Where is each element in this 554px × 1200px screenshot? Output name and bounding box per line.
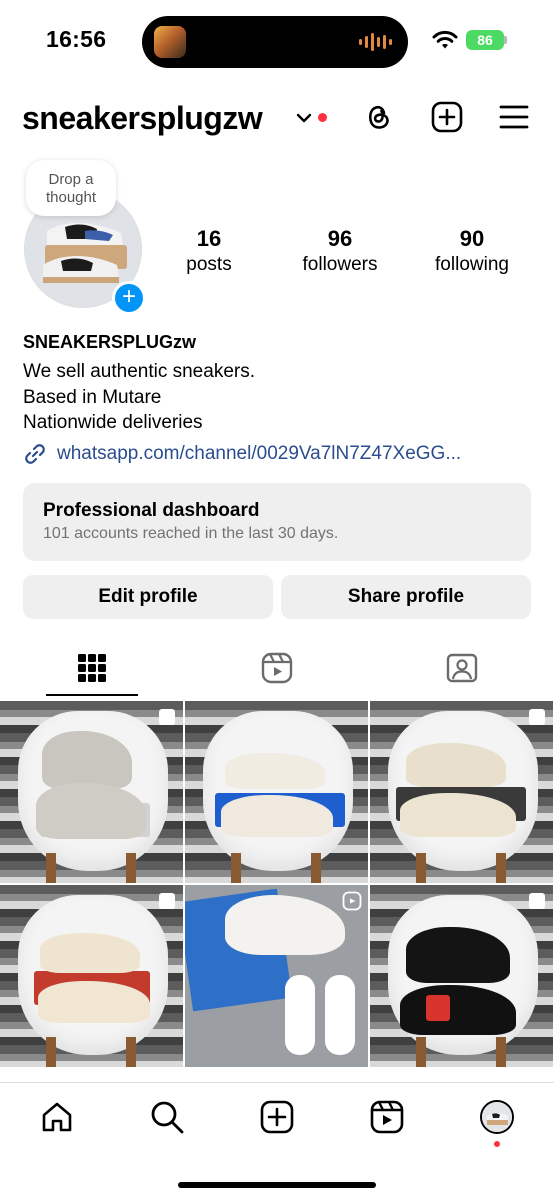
- active-tab-indicator: [46, 694, 138, 696]
- status-bar: 16:56 86: [0, 0, 554, 80]
- menu-icon[interactable]: [497, 100, 531, 134]
- post-tile[interactable]: [185, 701, 368, 883]
- threads-icon[interactable]: [362, 100, 396, 134]
- link-icon: [25, 444, 45, 464]
- share-profile-button[interactable]: Share profile: [281, 575, 531, 619]
- dashboard-title: Professional dashboard: [43, 500, 260, 521]
- tab-tagged[interactable]: [442, 648, 482, 688]
- carousel-icon: [529, 709, 545, 725]
- stat-posts[interactable]: 16 posts: [168, 226, 250, 276]
- professional-dashboard[interactable]: Professional dashboard 101 accounts reac…: [23, 483, 531, 561]
- account-switcher-username[interactable]: sneakersplugzw: [22, 100, 263, 137]
- bio-link[interactable]: whatsapp.com/channel/0029Va7lN7Z47XeGG..…: [23, 441, 461, 467]
- tagged-icon: [446, 653, 478, 683]
- nav-create[interactable]: [258, 1098, 296, 1136]
- bio-line: We sell authentic sneakers.: [23, 361, 255, 382]
- note-bubble-line-2: thought: [45, 189, 97, 206]
- create-icon[interactable]: [430, 100, 464, 134]
- profile-header: sneakersplugzw: [0, 96, 554, 144]
- nav-reels[interactable]: [368, 1098, 406, 1136]
- reels-icon: [342, 891, 362, 911]
- wifi-icon: [432, 30, 458, 49]
- home-indicator[interactable]: [178, 1182, 376, 1188]
- followers-count: 96: [327, 226, 353, 251]
- stat-following[interactable]: 90 following: [420, 226, 524, 276]
- audio-waveform-icon: [359, 33, 392, 51]
- nav-home[interactable]: [38, 1098, 76, 1136]
- edit-profile-button[interactable]: Edit profile: [23, 575, 273, 619]
- post-tile[interactable]: [370, 701, 553, 883]
- post-tile[interactable]: [185, 885, 368, 1067]
- note-bubble[interactable]: Drop a thought: [26, 160, 116, 216]
- tab-reels[interactable]: [257, 648, 297, 688]
- nav-profile[interactable]: [478, 1098, 516, 1136]
- note-bubble-line-1: Drop a: [48, 171, 94, 188]
- create-icon: [260, 1100, 294, 1134]
- post-tile[interactable]: [370, 885, 553, 1067]
- bio-line: Based in Mutare: [23, 386, 162, 408]
- reels-icon: [370, 1100, 404, 1134]
- now-playing-artwork: [154, 26, 186, 58]
- reels-icon: [261, 652, 293, 684]
- stat-followers[interactable]: 96 followers: [288, 226, 392, 276]
- profile-avatar-small: [480, 1100, 514, 1134]
- following-count: 90: [459, 226, 485, 251]
- battery-indicator: 86: [466, 30, 504, 50]
- posts-label: posts: [186, 254, 232, 275]
- search-icon: [151, 1101, 184, 1134]
- carousel-icon: [159, 709, 175, 725]
- post-tile[interactable]: [0, 885, 183, 1067]
- status-time: 16:56: [46, 26, 107, 52]
- home-icon: [42, 1102, 72, 1132]
- notification-dot: [318, 113, 327, 122]
- carousel-icon: [529, 893, 545, 909]
- profile-notification-dot: [494, 1141, 500, 1147]
- dynamic-island[interactable]: [142, 16, 408, 68]
- grid-icon: [78, 654, 106, 682]
- tab-posts-grid[interactable]: [72, 648, 112, 688]
- followers-label: followers: [302, 254, 378, 275]
- battery-tip: [504, 36, 507, 44]
- display-name: SNEAKERSPLUGzw: [23, 332, 197, 352]
- bio-line: Nationwide deliveries: [23, 412, 203, 433]
- post-tile[interactable]: [0, 701, 183, 883]
- following-label: following: [435, 254, 509, 275]
- bio-link-text[interactable]: whatsapp.com/channel/0029Va7lN7Z47XeGG..…: [57, 443, 461, 465]
- posts-count: 16: [196, 226, 222, 251]
- carousel-icon: [159, 893, 175, 909]
- chevron-down-icon[interactable]: [294, 108, 314, 128]
- nav-search[interactable]: [148, 1098, 186, 1136]
- battery-level: 86: [477, 32, 493, 48]
- dashboard-subtitle: 101 accounts reached in the last 30 days…: [43, 525, 339, 542]
- bio: SNEAKERSPLUGzw We sell authentic sneaker…: [23, 330, 543, 436]
- add-story-button[interactable]: +: [112, 281, 146, 315]
